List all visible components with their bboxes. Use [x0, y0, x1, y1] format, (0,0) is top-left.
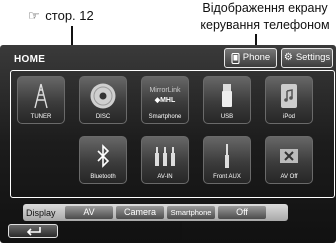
tile-label: iPod [282, 114, 295, 120]
back-arrow-icon [26, 227, 41, 236]
source-tile-av-in[interactable]: AV-IN [141, 136, 189, 184]
source-tile-bluetooth[interactable]: Bluetooth [79, 136, 127, 184]
bluetooth-icon [97, 143, 110, 168]
tile-label: TUNER [30, 114, 52, 120]
mirrorlink-logo: MirrorLink [149, 87, 181, 94]
av-in-icon [155, 146, 175, 166]
back-button[interactable] [8, 224, 58, 238]
settings-button-label: Settings [295, 52, 331, 63]
display-option-smartphone[interactable]: Smartphone [167, 206, 215, 219]
screen-title: HOME [14, 54, 46, 65]
disc-icon [90, 83, 116, 108]
display-callout-line [180, 222, 182, 243]
source-tile-ipod[interactable]: iPod [265, 76, 313, 124]
display-option-off[interactable]: Off [218, 206, 266, 219]
front-aux-icon [225, 143, 229, 168]
display-option-camera[interactable]: Camera [116, 206, 164, 219]
settings-button[interactable]: ⚙ Settings [281, 48, 333, 68]
display-label: Display [26, 207, 56, 218]
page-reference-note: ☞ стор. 12 [28, 8, 94, 24]
phone-note-line-1: Відображення екрану [202, 1, 328, 15]
source-tile-av-off[interactable]: AV Off [265, 136, 313, 184]
source-tile-usb[interactable]: USB [203, 76, 251, 124]
usb-icon [222, 83, 232, 107]
tuner-antenna-icon [34, 83, 48, 108]
source-tile-front-aux[interactable]: Front AUX [203, 136, 251, 184]
source-tile-smartphone[interactable]: MirrorLink ◆MHL Smartphone [141, 76, 189, 124]
phone-icon [231, 52, 240, 64]
tile-label: AV-IN [157, 174, 173, 180]
mhl-logo: ◆MHL [154, 97, 176, 104]
source-tile-tuner[interactable]: TUNER [17, 76, 65, 124]
source-tile-disc[interactable]: DISC [79, 76, 127, 124]
display-select-bar: Display AV Camera Smartphone Off [23, 204, 288, 221]
gear-icon: ⚙ [283, 52, 293, 63]
phone-screen-note: Відображення екрану керування телефоном [190, 0, 336, 34]
tile-label: AV Off [280, 174, 298, 180]
pointing-hand-icon: ☞ [28, 8, 40, 23]
page-reference-text: стор. 12 [45, 8, 94, 23]
tile-label: Smartphone [148, 114, 182, 120]
av-off-icon [280, 148, 298, 163]
phone-note-line-2: керування телефоном [200, 18, 330, 32]
tile-label: Bluetooth [90, 174, 116, 180]
tile-label: DISC [95, 114, 111, 120]
tile-label: Front AUX [213, 174, 241, 180]
phone-button-label: Phone [242, 52, 271, 63]
tile-label: USB [220, 114, 234, 120]
phone-button[interactable]: Phone [224, 48, 277, 68]
ipod-icon [281, 83, 297, 108]
display-option-av[interactable]: AV [65, 206, 113, 219]
